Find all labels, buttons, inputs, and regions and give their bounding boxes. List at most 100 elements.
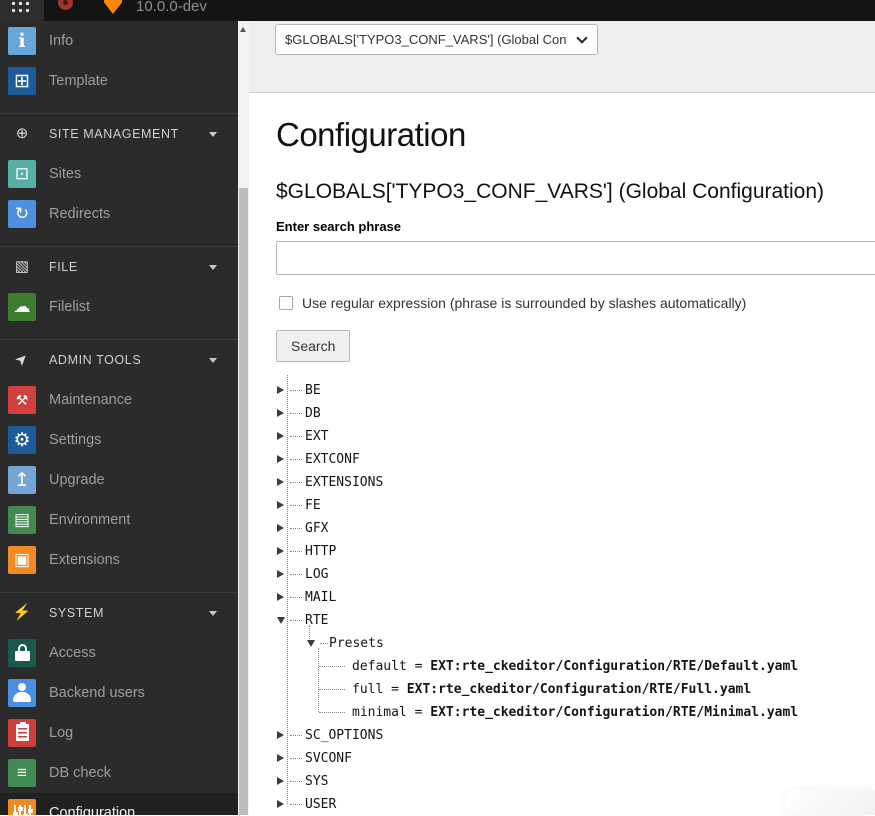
sidebar-item-backend-users[interactable]: Backend users (0, 673, 238, 713)
section-system: ⚡ SYSTEM Access Backend users Log ≡ DB c… (0, 592, 238, 815)
regex-checkbox-label: Use regular expression (phrase is surrou… (302, 295, 746, 311)
typo3-logo-icon[interactable] (104, 0, 122, 14)
sidebar-item-sites[interactable]: ⊡ Sites (0, 154, 238, 194)
tree-node-be[interactable]: BE (276, 379, 875, 402)
globe-icon: ⊕ (11, 114, 33, 154)
sidebar-item-maintenance[interactable]: ⚒ Maintenance (0, 380, 238, 420)
tree-node-svconf[interactable]: SVCONF (276, 747, 875, 770)
module-menu-button[interactable] (0, 0, 44, 21)
configuration-select-wrap: $GLOBALS['TYPO3_CONF_VARS'] (Global Conf… (275, 24, 598, 55)
upgrade-arrow-icon: ↥ (8, 466, 36, 494)
sites-monitor-icon: ⊡ (8, 160, 36, 188)
tree-node-rte[interactable]: RTE (276, 609, 875, 632)
tree-node-extconf[interactable]: EXTCONF (276, 448, 875, 471)
grid-menu-icon (10, 0, 31, 14)
tree-node-presets[interactable]: Presets (276, 632, 875, 655)
sidebar-item-label: Template (49, 61, 108, 101)
tree-node-mail[interactable]: MAIL (276, 586, 875, 609)
rocket-icon: ➤ (11, 340, 33, 380)
collapse-icon[interactable] (277, 617, 285, 624)
tree-leaf-full: full = EXT:rte_ckeditor/Configuration/RT… (276, 678, 875, 701)
expand-icon[interactable] (277, 593, 284, 601)
section-web: i Info ⊞ Template (0, 21, 238, 101)
tree-node-sys[interactable]: SYS (276, 770, 875, 793)
section-header-label: ADMIN TOOLS (49, 340, 141, 380)
sidebar-scrollbar[interactable] (238, 21, 249, 815)
alert-dot-icon (63, 0, 68, 5)
scrollbar-thumb[interactable] (239, 188, 248, 815)
chevron-down-icon (209, 265, 217, 270)
regex-option-row: Use regular expression (phrase is surrou… (276, 295, 875, 311)
expand-icon[interactable] (277, 547, 284, 555)
sidebar-item-label: Upgrade (49, 460, 105, 500)
expand-icon[interactable] (277, 478, 284, 486)
expand-icon[interactable] (277, 777, 284, 785)
sidebar-item-configuration[interactable]: Configuration (0, 793, 238, 815)
tree-node-ext[interactable]: EXT (276, 425, 875, 448)
sidebar-item-settings[interactable]: ⚙ Settings (0, 420, 238, 460)
section-header-admin-tools[interactable]: ➤ ADMIN TOOLS (0, 340, 238, 380)
expand-icon[interactable] (277, 386, 284, 394)
user-icon (8, 679, 36, 707)
tree-node-fe[interactable]: FE (276, 494, 875, 517)
gears-icon: ⚙ (8, 426, 36, 454)
sidebar-item-label: Log (49, 713, 73, 753)
expand-icon[interactable] (277, 754, 284, 762)
tree-node-sc-options[interactable]: SC_OPTIONS (276, 724, 875, 747)
expand-icon[interactable] (277, 455, 284, 463)
regex-checkbox[interactable] (279, 296, 293, 310)
module-sidebar: i Info ⊞ Template ⊕ SITE MANAGEMENT ⊡ Si… (0, 21, 238, 815)
tree-node-db[interactable]: DB (276, 402, 875, 425)
section-header-label: FILE (49, 247, 78, 287)
tree-node-http[interactable]: HTTP (276, 540, 875, 563)
cube-icon: ▣ (8, 546, 36, 574)
configuration-selector[interactable]: $GLOBALS['TYPO3_CONF_VARS'] (Global Conf… (275, 24, 598, 55)
search-input[interactable] (276, 241, 875, 275)
sidebar-item-label: Access (49, 633, 96, 673)
tree-node-gfx[interactable]: GFX (276, 517, 875, 540)
sidebar-item-extensions[interactable]: ▣ Extensions (0, 540, 238, 580)
content-area: Configuration $GLOBALS['TYPO3_CONF_VARS'… (249, 94, 875, 815)
section-file: ▧ FILE ☁ Filelist (0, 246, 238, 327)
sidebar-item-template[interactable]: ⊞ Template (0, 61, 238, 101)
sidebar-item-environment[interactable]: ▤ Environment (0, 500, 238, 540)
sidebar-item-db-check[interactable]: ≡ DB check (0, 753, 238, 793)
main-area: $GLOBALS['TYPO3_CONF_VARS'] (Global Conf… (249, 21, 875, 815)
scroll-up-arrow-icon[interactable] (240, 27, 246, 32)
server-stack-icon: ▤ (8, 506, 36, 534)
expand-icon[interactable] (277, 800, 284, 808)
tree-node-extensions[interactable]: EXTENSIONS (276, 471, 875, 494)
info-icon: i (8, 27, 36, 55)
expand-icon[interactable] (277, 409, 284, 417)
tree-node-log[interactable]: LOG (276, 563, 875, 586)
lock-icon (8, 639, 36, 667)
sidebar-item-access[interactable]: Access (0, 633, 238, 673)
search-button[interactable]: Search (276, 330, 350, 362)
expand-icon[interactable] (277, 432, 284, 440)
section-header-system[interactable]: ⚡ SYSTEM (0, 593, 238, 633)
chevron-down-icon (209, 611, 217, 616)
sidebar-item-upgrade[interactable]: ↥ Upgrade (0, 460, 238, 500)
collapse-icon[interactable] (307, 640, 315, 647)
expand-icon[interactable] (277, 501, 284, 509)
sidebar-item-redirects[interactable]: ↻ Redirects (0, 194, 238, 234)
expand-icon[interactable] (277, 524, 284, 532)
sidebar-item-label: Extensions (49, 540, 120, 580)
system-status-badge[interactable] (58, 0, 73, 10)
sidebar-item-label: Configuration (49, 793, 135, 815)
section-header-file[interactable]: ▧ FILE (0, 247, 238, 287)
corner-notification (785, 790, 875, 815)
expand-icon[interactable] (277, 570, 284, 578)
cloud-files-icon: ☁ (8, 293, 36, 321)
doc-header: $GLOBALS['TYPO3_CONF_VARS'] (Global Conf… (249, 21, 875, 93)
sidebar-item-label: Environment (49, 500, 130, 540)
sidebar-item-label: Filelist (49, 287, 90, 327)
sidebar-item-filelist[interactable]: ☁ Filelist (0, 287, 238, 327)
section-header-site-management[interactable]: ⊕ SITE MANAGEMENT (0, 114, 238, 154)
expand-icon[interactable] (277, 731, 284, 739)
sidebar-item-log[interactable]: Log (0, 713, 238, 753)
tree-leaf-minimal: minimal = EXT:rte_ckeditor/Configuration… (276, 701, 875, 724)
section-header-label: SITE MANAGEMENT (49, 114, 179, 154)
db-stack-icon: ≡ (8, 759, 36, 787)
sidebar-item-info[interactable]: i Info (0, 21, 238, 61)
